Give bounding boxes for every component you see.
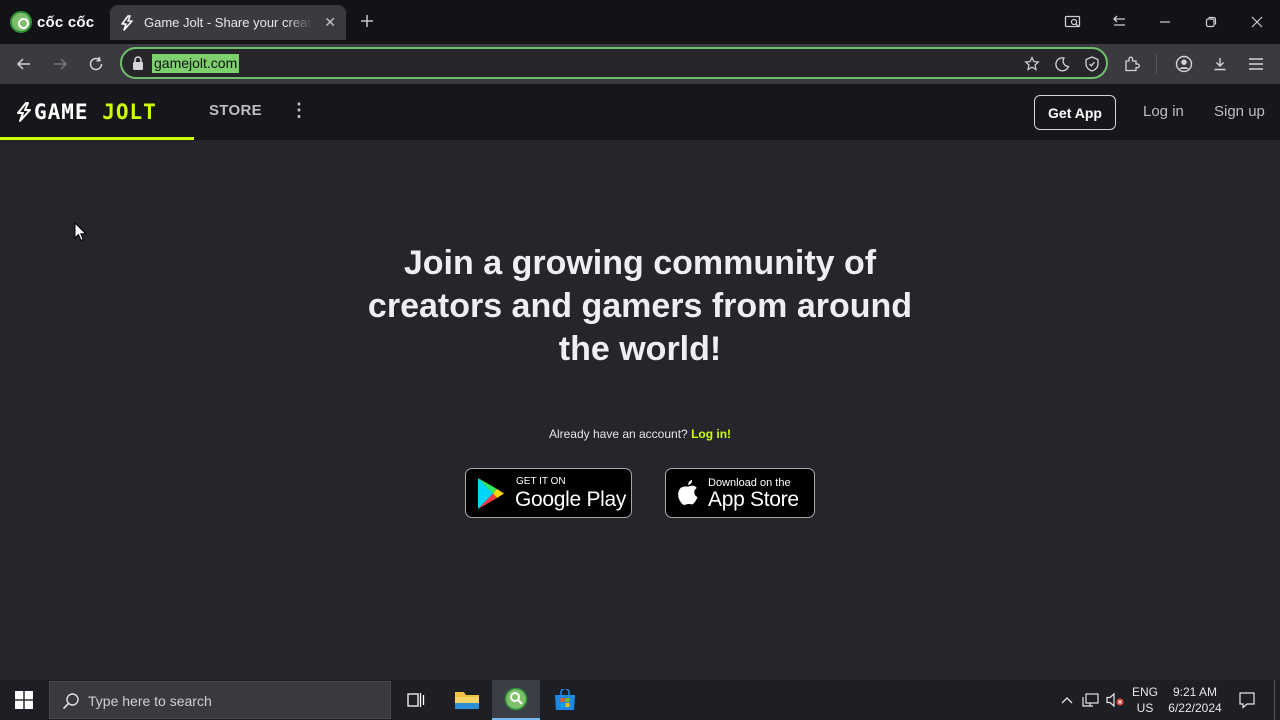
menu-button[interactable] — [1244, 52, 1268, 76]
back-arrow-button[interactable] — [1106, 10, 1132, 34]
browser-brand-name: cốc cốc — [37, 13, 95, 31]
forward-button[interactable] — [48, 52, 72, 76]
browser-brand[interactable]: cốc cốc — [10, 10, 94, 34]
google-play-big-text: Google Play — [515, 488, 627, 511]
download-icon — [1214, 58, 1226, 71]
browser-toolbar: gamejolt.com — [0, 44, 1280, 84]
coccoc-browser-icon — [504, 687, 528, 711]
restore-button[interactable] — [1198, 10, 1224, 34]
logo-word-jolt: JOLT — [102, 100, 157, 124]
taskbar-clock[interactable]: 9:21 AM 6/22/2024 — [1162, 684, 1228, 716]
microsoft-store-button[interactable] — [541, 680, 589, 720]
coccoc-browser-button[interactable] — [492, 680, 540, 720]
get-app-button[interactable]: Get App — [1034, 95, 1116, 130]
account-button[interactable] — [1172, 52, 1196, 76]
start-button[interactable] — [0, 680, 48, 720]
network-button[interactable] — [1080, 680, 1102, 720]
game-jolt-bolt-icon — [17, 102, 31, 122]
reload-icon — [89, 56, 103, 71]
shield-icon[interactable] — [1082, 54, 1102, 74]
arrow-left-icon — [16, 58, 30, 70]
logo-word-game: GAME — [34, 100, 89, 124]
browser-tab-active[interactable]: Game Jolt - Share your creations ✕ — [110, 5, 346, 40]
reload-button[interactable] — [84, 52, 108, 76]
volume-muted-icon — [1106, 692, 1124, 708]
tab-title: Game Jolt - Share your creations — [144, 15, 312, 30]
language-line2: US — [1136, 701, 1154, 715]
menu-icon — [1249, 58, 1263, 70]
account-icon — [1175, 55, 1193, 73]
task-view-button[interactable] — [392, 680, 440, 720]
apple-icon — [678, 480, 698, 505]
microsoft-store-icon — [555, 689, 575, 710]
close-icon — [1251, 16, 1263, 28]
login-link[interactable]: Log in — [1143, 103, 1184, 120]
file-explorer-icon — [455, 692, 479, 709]
browser-tab-strip: cốc cốc Game Jolt - Share your creations… — [0, 0, 1280, 44]
login-prompt-text: Already have an account? — [548, 427, 688, 441]
tab-close-icon[interactable]: ✕ — [324, 14, 336, 31]
google-play-icon — [478, 478, 504, 509]
moon-icon[interactable] — [1052, 54, 1072, 74]
screen-capture-button[interactable] — [1060, 10, 1086, 34]
taskbar-search-box[interactable]: Type here to search — [49, 681, 391, 719]
screen-capture-icon — [1064, 15, 1081, 28]
lock-icon[interactable] — [130, 55, 146, 71]
nav-store-link[interactable]: STORE — [209, 102, 262, 119]
clock-time: 9:21 AM — [1172, 685, 1218, 699]
star-icon[interactable] — [1022, 54, 1042, 74]
download-button[interactable] — [1208, 52, 1232, 76]
toolbar-divider — [1156, 54, 1157, 74]
task-view-icon — [407, 693, 425, 707]
url-text[interactable]: gamejolt.com — [152, 54, 240, 73]
coccoc-logo-icon — [10, 11, 32, 33]
google-play-button[interactable]: GET IT ON Google Play — [465, 468, 632, 518]
more-options-icon[interactable]: ⋮ — [290, 100, 308, 120]
app-store-big-text: App Store — [708, 488, 799, 511]
new-tab-button[interactable] — [356, 10, 378, 32]
file-explorer-button[interactable] — [443, 680, 491, 720]
login-prompt-link[interactable]: Log in! — [691, 427, 731, 441]
app-store-button[interactable]: Download on the App Store — [665, 468, 815, 518]
language-line1: ENG — [1131, 685, 1158, 699]
search-icon — [62, 693, 79, 710]
show-hidden-icons-button[interactable] — [1056, 680, 1078, 720]
windows-logo-icon — [15, 691, 33, 709]
back-arrow-icon — [1113, 15, 1125, 26]
main-content — [0, 140, 1280, 680]
arrow-right-icon — [54, 58, 68, 70]
search-placeholder: Type here to search — [88, 693, 212, 709]
language-indicator[interactable]: ENG US — [1126, 684, 1164, 716]
hero-headline: Join a growing community of creators and… — [367, 244, 913, 368]
clock-date: 6/22/2024 — [1168, 701, 1222, 715]
logo-wordmark: GAME JOLT — [34, 100, 157, 124]
minimize-icon — [1160, 21, 1170, 23]
volume-button[interactable] — [1104, 680, 1126, 720]
chevron-up-icon — [1061, 697, 1073, 704]
address-bar[interactable]: gamejolt.com — [120, 47, 1108, 79]
google-play-small-text: GET IT ON — [516, 476, 566, 487]
show-desktop-button[interactable] — [1274, 680, 1275, 720]
windows-taskbar: Type here to search ENG US 9:21 AM 6/22/… — [0, 680, 1280, 720]
minimize-button[interactable] — [1152, 10, 1178, 34]
notification-icon — [1239, 692, 1255, 709]
extension-icon — [1125, 56, 1140, 72]
game-jolt-logo[interactable]: GAME JOLT — [14, 100, 157, 124]
close-window-button[interactable] — [1244, 10, 1270, 34]
plus-icon — [361, 15, 373, 27]
network-icon — [1082, 693, 1099, 707]
restore-icon — [1205, 16, 1217, 28]
game-jolt-bolt-icon — [118, 14, 136, 32]
login-prompt: Already have an account? Log in! — [0, 427, 1280, 441]
notification-center-button[interactable] — [1234, 680, 1260, 720]
signup-link[interactable]: Sign up — [1214, 103, 1265, 120]
back-button[interactable] — [12, 52, 36, 76]
extension-button[interactable] — [1120, 52, 1144, 76]
mouse-cursor-icon — [74, 222, 88, 242]
